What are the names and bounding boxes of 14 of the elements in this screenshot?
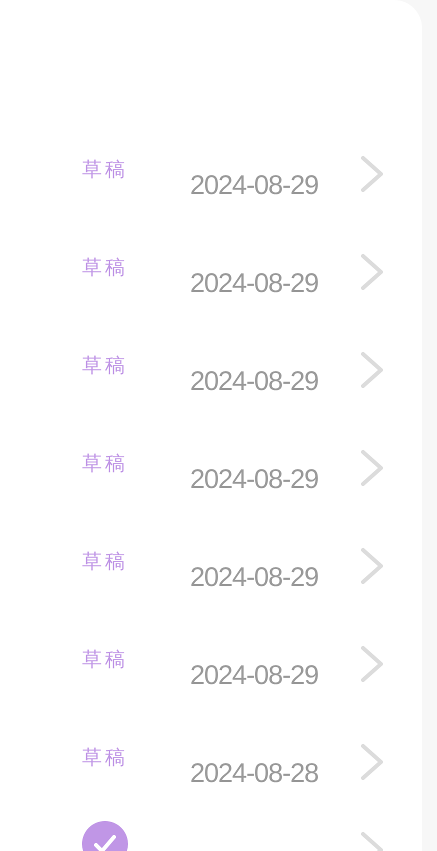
- status-label: 草稿: [82, 746, 129, 771]
- date-text: 2024-08-29: [190, 463, 318, 495]
- date-text: 2024-08-29: [190, 365, 318, 397]
- date-text: 2024-08-29: [190, 169, 318, 201]
- status-label: 草稿: [82, 158, 129, 183]
- date-text: 2024-08-29: [190, 561, 318, 593]
- date-text: 2024-08-29: [190, 659, 318, 691]
- status-label: 草稿: [82, 256, 129, 281]
- status-label: 草稿: [82, 648, 129, 673]
- status-label: 草稿: [82, 452, 129, 477]
- status-label: 草稿: [82, 354, 129, 379]
- status-label: 草稿: [82, 550, 129, 575]
- date-text: 2024-08-28: [190, 757, 318, 789]
- date-text: 2024-08-29: [190, 267, 318, 299]
